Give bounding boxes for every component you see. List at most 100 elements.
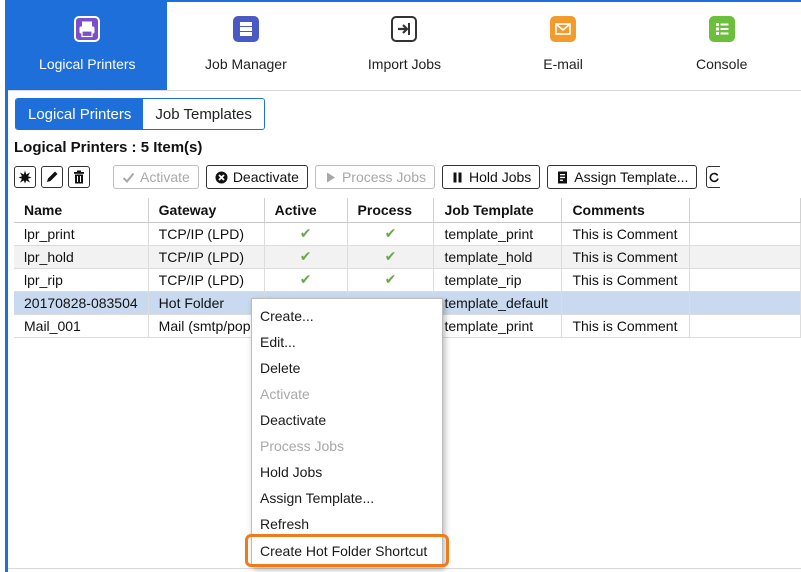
cell-empty — [689, 245, 801, 269]
printer-icon — [74, 16, 101, 42]
email-icon — [550, 16, 577, 42]
hold-jobs-button[interactable]: Hold Jobs — [442, 165, 541, 189]
cell-template: template_hold — [433, 245, 563, 269]
cell-comment: This is Comment — [561, 245, 691, 269]
column-header-process[interactable]: Process — [347, 198, 435, 223]
column-header-comments[interactable]: Comments — [561, 198, 691, 223]
bottom-divider — [8, 568, 801, 569]
cell-gateway: TCP/IP (LPD) — [148, 268, 265, 292]
menu-item-activate[interactable]: Activate — [252, 381, 442, 407]
column-header-active[interactable]: Active — [264, 198, 348, 223]
cell-gateway: TCP/IP (LPD) — [148, 222, 265, 246]
cell-name: lpr_hold — [14, 245, 149, 269]
table-row[interactable]: lpr_rip TCP/IP (LPD) ✔ ✔ template_rip Th… — [14, 268, 801, 292]
table-row[interactable]: lpr_print TCP/IP (LPD) ✔ ✔ template_prin… — [14, 222, 801, 246]
cell-template: template_default — [433, 291, 563, 315]
cell-gateway: TCP/IP (LPD) — [148, 245, 265, 269]
menu-item-process-jobs[interactable]: Process Jobs — [252, 433, 442, 459]
starburst-icon — [18, 170, 32, 184]
menu-item-delete[interactable]: Delete — [252, 355, 442, 381]
process-check-icon: ✔ — [347, 268, 435, 292]
cell-gateway: Mail (smtp/pop — [148, 314, 265, 338]
deactivate-label: Deactivate — [232, 169, 299, 185]
tab-bar: Logical Printers Job Templates — [15, 98, 265, 130]
edit-button[interactable] — [41, 166, 63, 188]
active-check-icon: ✔ — [264, 222, 348, 246]
tab-job-templates[interactable]: Job Templates — [143, 99, 264, 129]
active-check-icon: ✔ — [264, 268, 348, 292]
deactivate-button[interactable]: Deactivate — [205, 165, 308, 189]
cell-comment: This is Comment — [561, 222, 691, 246]
refresh-button[interactable] — [706, 166, 721, 188]
cell-name: Mail_001 — [14, 314, 149, 338]
assign-template-button[interactable]: Assign Template... — [547, 165, 698, 189]
cell-gateway: Hot Folder — [148, 291, 265, 315]
cell-template: template_rip — [433, 268, 563, 292]
table-header-row: Name Gateway Active Process Job Template… — [14, 198, 801, 223]
cell-template: template_print — [433, 222, 563, 246]
trash-icon — [74, 170, 84, 184]
refresh-icon — [709, 172, 720, 183]
nav-email[interactable]: E-mail — [484, 2, 643, 90]
section-title: Logical Printers : 5 Item(s) — [14, 139, 203, 156]
cell-name: lpr_rip — [14, 268, 149, 292]
nav-import-jobs[interactable]: Import Jobs — [325, 2, 484, 90]
nav-label: E-mail — [543, 56, 583, 72]
template-icon — [558, 171, 568, 183]
menu-item-assign-template[interactable]: Assign Template... — [252, 485, 442, 511]
process-jobs-button[interactable]: Process Jobs — [314, 165, 436, 189]
column-header-empty — [689, 198, 801, 223]
delete-button[interactable] — [68, 166, 90, 188]
top-navigation: Logical Printers Job Manager Import Jobs… — [8, 0, 801, 90]
cell-empty — [689, 268, 801, 292]
menu-item-edit[interactable]: Edit... — [252, 329, 442, 355]
activate-label: Activate — [140, 169, 190, 185]
hold-jobs-label: Hold Jobs — [469, 169, 532, 185]
menu-item-create[interactable]: Create... — [252, 303, 442, 329]
menu-item-create-hot-folder-shortcut[interactable]: Create Hot Folder Shortcut — [245, 534, 449, 567]
import-icon — [391, 16, 418, 42]
column-header-gateway[interactable]: Gateway — [148, 198, 265, 223]
active-check-icon: ✔ — [264, 245, 348, 269]
nav-job-manager[interactable]: Job Manager — [167, 2, 326, 90]
process-jobs-label: Process Jobs — [341, 169, 427, 185]
cell-name: lpr_print — [14, 222, 149, 246]
check-icon — [122, 172, 135, 183]
cell-comment: This is Comment — [561, 268, 691, 292]
cell-empty — [689, 222, 801, 246]
nav-label: Console — [695, 56, 748, 72]
app-window: Logical Printers Job Manager Import Jobs… — [0, 0, 801, 572]
cell-template: template_print — [433, 314, 563, 338]
cancel-circle-icon — [215, 171, 228, 183]
process-check-icon: ✔ — [347, 222, 435, 246]
context-menu: Create... Edit... Delete Activate Deacti… — [245, 298, 449, 567]
menu-item-refresh[interactable]: Refresh — [252, 511, 442, 537]
nav-divider — [8, 90, 801, 91]
nav-label: Logical Printers — [39, 56, 136, 72]
menu-item-hold-jobs[interactable]: Hold Jobs — [252, 459, 442, 485]
cell-empty — [689, 314, 801, 338]
play-icon — [326, 172, 335, 182]
nav-label: Import Jobs — [367, 56, 442, 72]
process-check-icon: ✔ — [347, 245, 435, 269]
nav-logical-printers[interactable]: Logical Printers — [8, 2, 167, 90]
console-icon — [708, 16, 735, 42]
tab-logical-printers[interactable]: Logical Printers — [16, 99, 144, 129]
pencil-icon — [47, 171, 58, 182]
cell-comment — [561, 291, 691, 315]
column-header-name[interactable]: Name — [14, 198, 149, 223]
pause-icon — [453, 172, 462, 182]
toolbar: Activate Deactivate Process Jobs Hold Jo… — [14, 163, 725, 191]
column-header-job-template[interactable]: Job Template — [433, 198, 563, 223]
activate-button[interactable]: Activate — [113, 165, 199, 189]
cell-name: 20170828-083504 — [14, 291, 149, 315]
cell-empty — [689, 291, 801, 315]
nav-console[interactable]: Console — [642, 2, 801, 90]
cell-comment: This is Comment — [561, 314, 691, 338]
assign-template-label: Assign Template... — [574, 169, 689, 185]
create-button[interactable] — [14, 166, 36, 188]
job-manager-icon — [232, 16, 259, 42]
nav-label: Job Manager — [205, 56, 287, 72]
table-row[interactable]: lpr_hold TCP/IP (LPD) ✔ ✔ template_hold … — [14, 245, 801, 269]
menu-item-deactivate[interactable]: Deactivate — [252, 407, 442, 433]
